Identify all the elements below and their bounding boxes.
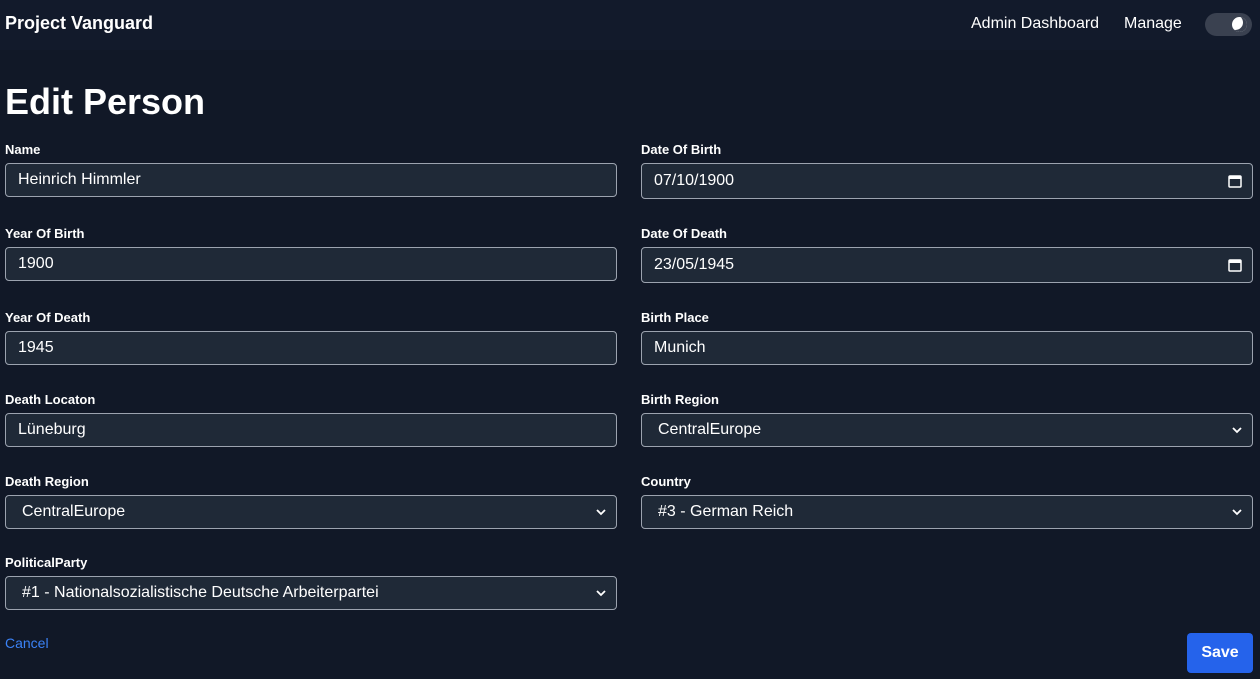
birth-place-input[interactable]: Munich [641,331,1253,365]
birth-region-select[interactable]: CentralEurope [641,413,1253,447]
nav-admin-dashboard[interactable]: Admin Dashboard [971,15,1099,33]
date-of-birth-label: Date Of Birth [641,142,722,157]
country-select[interactable]: #3 - German Reich [641,495,1253,529]
nav-manage[interactable]: Manage [1124,15,1182,33]
death-location-value: Lüneburg [18,421,86,438]
year-of-birth-value: 1900 [18,255,54,272]
year-of-death-label: Year Of Death [5,310,91,325]
death-location-label: Death Locaton [5,392,96,407]
year-of-birth-label: Year Of Birth [5,226,85,241]
name-input[interactable]: Heinrich Himmler [5,163,617,197]
chevron-down-icon [1232,414,1242,446]
year-of-birth-input[interactable]: 1900 [5,247,617,281]
death-region-value: CentralEurope [22,503,126,520]
theme-toggle[interactable] [1205,13,1252,36]
chevron-down-icon [1232,496,1242,528]
birth-place-label: Birth Place [641,310,709,325]
death-region-select[interactable]: CentralEurope [5,495,617,529]
page-title: Edit Person [5,81,206,122]
death-location-input[interactable]: Lüneburg [5,413,617,447]
date-of-birth-value: 07/10/1900 [654,172,735,189]
date-of-death-label: Date Of Death [641,226,727,241]
name-label: Name [5,142,41,157]
birth-region-label: Birth Region [641,392,719,407]
save-button[interactable]: Save [1187,633,1253,673]
navbar: Project Vanguard Admin Dashboard Manage [0,0,1260,50]
moon-icon [1232,17,1247,32]
year-of-death-value: 1945 [18,339,54,356]
date-of-death-input[interactable]: 23/05/1945 [641,247,1253,283]
chevron-down-icon [596,577,606,609]
country-value: #3 - German Reich [658,503,794,520]
cancel-link[interactable]: Cancel [5,635,49,651]
country-label: Country [641,474,691,489]
date-of-birth-input[interactable]: 07/10/1900 [641,163,1253,199]
birth-place-value: Munich [654,339,706,356]
political-party-select[interactable]: #1 - Nationalsozialistische Deutsche Arb… [5,576,617,610]
political-party-label: PoliticalParty [5,555,88,570]
chevron-down-icon [596,496,606,528]
date-of-death-value: 23/05/1945 [654,256,735,273]
brand-title[interactable]: Project Vanguard [5,13,153,34]
calendar-icon[interactable] [1228,248,1242,282]
name-value: Heinrich Himmler [18,171,141,188]
political-party-value: #1 - Nationalsozialistische Deutsche Arb… [22,584,379,601]
death-region-label: Death Region [5,474,89,489]
year-of-death-input[interactable]: 1945 [5,331,617,365]
birth-region-value: CentralEurope [658,421,762,438]
calendar-icon[interactable] [1228,164,1242,198]
